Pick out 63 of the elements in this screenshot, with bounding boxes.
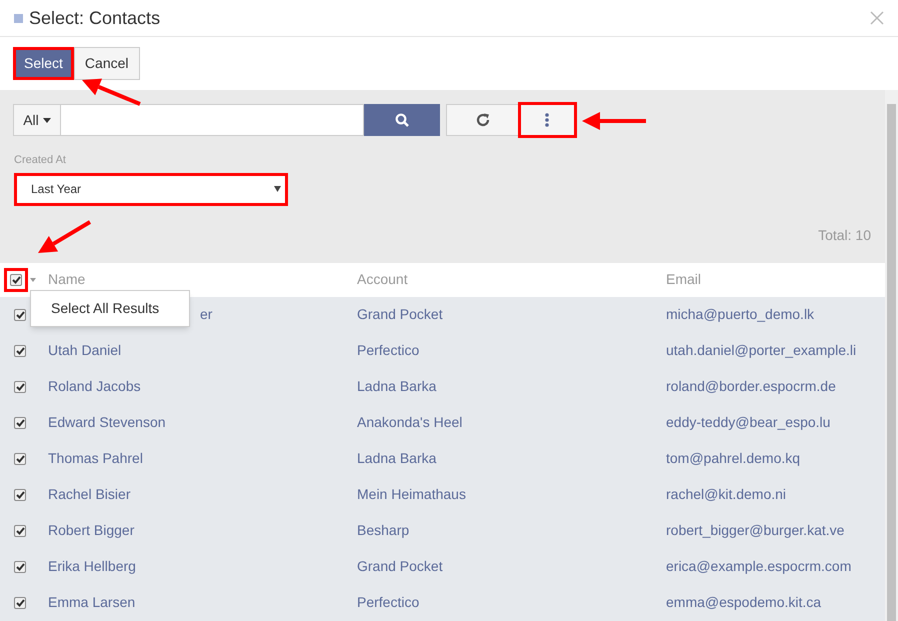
checkbox[interactable] [14, 488, 26, 500]
checkbox[interactable] [14, 416, 26, 428]
scope-dropdown[interactable]: All [13, 104, 61, 136]
checkbox[interactable] [14, 596, 26, 608]
caret-icon[interactable] [30, 278, 36, 282]
search-button[interactable] [364, 104, 440, 136]
column-header[interactable]: Name [48, 269, 357, 290]
checkbox[interactable] [14, 452, 26, 464]
table-cell-text: utah.daniel@porter_example.li [666, 341, 858, 360]
account-link[interactable]: Besharp [357, 520, 666, 541]
dropdown-menu[interactable]: Select All Results [30, 290, 190, 326]
account-link[interactable]: Anakonda's Heel [357, 412, 666, 433]
column-header[interactable]: Email [666, 269, 885, 290]
caret-icon [42, 118, 51, 122]
contact-link[interactable]: Utah Daniel [48, 340, 122, 361]
table-cell-text: robert_bigger@burger.kat.ve [666, 521, 846, 540]
table-cell-text: emma@espodemo.kit.ca [666, 593, 822, 612]
scrollbar[interactable] [885, 90, 898, 621]
checkbox[interactable] [14, 344, 26, 356]
arrow [582, 112, 646, 130]
account-link[interactable]: Perfectico [357, 340, 666, 361]
table-cell-text: eddy-teddy@bear_espo.lu [666, 413, 832, 432]
search-icon [395, 113, 409, 127]
table-cell-text: tom@pahrel.demo.kq [666, 449, 802, 468]
contact-link[interactable]: Robert Bigger [48, 520, 134, 541]
table-cell-text: roland@border.espocrm.de [666, 377, 837, 396]
checkbox[interactable] [10, 274, 22, 286]
table-cell-text: rachel@kit.demo.ni [666, 485, 788, 504]
contact-link[interactable]: Roland Jacobs [48, 376, 141, 397]
account-link[interactable]: Perfectico [357, 592, 666, 613]
arrow [38, 220, 92, 253]
vertical-dots-icon [545, 113, 549, 127]
select-button[interactable]: Select [13, 47, 74, 80]
contact-link[interactable]: Rachel Bisier [48, 484, 130, 505]
contact-link[interactable]: Emma Larsen [48, 592, 136, 613]
account-link[interactable]: Grand Pocket [357, 556, 666, 577]
contact-link[interactable]: Edward Stevenson [48, 412, 166, 433]
checkbox[interactable] [14, 380, 26, 392]
checkbox[interactable] [14, 560, 26, 572]
account-link[interactable]: Ladna Barka [357, 376, 666, 397]
refresh-button[interactable] [446, 104, 520, 136]
checkbox[interactable] [14, 308, 26, 320]
contact-link[interactable]: Erika Hellberg [48, 556, 136, 577]
filter-label: Created At [14, 153, 67, 168]
refresh-icon [475, 112, 491, 128]
contact-link[interactable]: Thomas Pahrel [48, 448, 143, 469]
more-button[interactable] [520, 104, 575, 136]
window-title: Select: Contacts [29, 6, 160, 30]
contact-link[interactable]: er [200, 304, 212, 325]
checkbox[interactable] [14, 524, 26, 536]
date-filter-select[interactable]: Last Year [14, 172, 288, 206]
column-header[interactable]: Account [357, 269, 666, 290]
account-link[interactable]: Ladna Barka [357, 448, 666, 469]
cancel-button[interactable]: Cancel [74, 47, 140, 80]
square-icon [14, 14, 23, 22]
account-link[interactable]: Mein Heimathaus [357, 484, 666, 505]
total-count: Total: 10 [818, 226, 871, 244]
table-cell-text: micha@puerto_demo.lk [666, 305, 816, 324]
account-link[interactable]: Grand Pocket [357, 304, 666, 325]
caret-icon [274, 186, 281, 192]
arrow [82, 78, 141, 106]
search-field[interactable] [61, 104, 364, 136]
table-cell-text: erica@example.espocrm.com [666, 557, 852, 576]
